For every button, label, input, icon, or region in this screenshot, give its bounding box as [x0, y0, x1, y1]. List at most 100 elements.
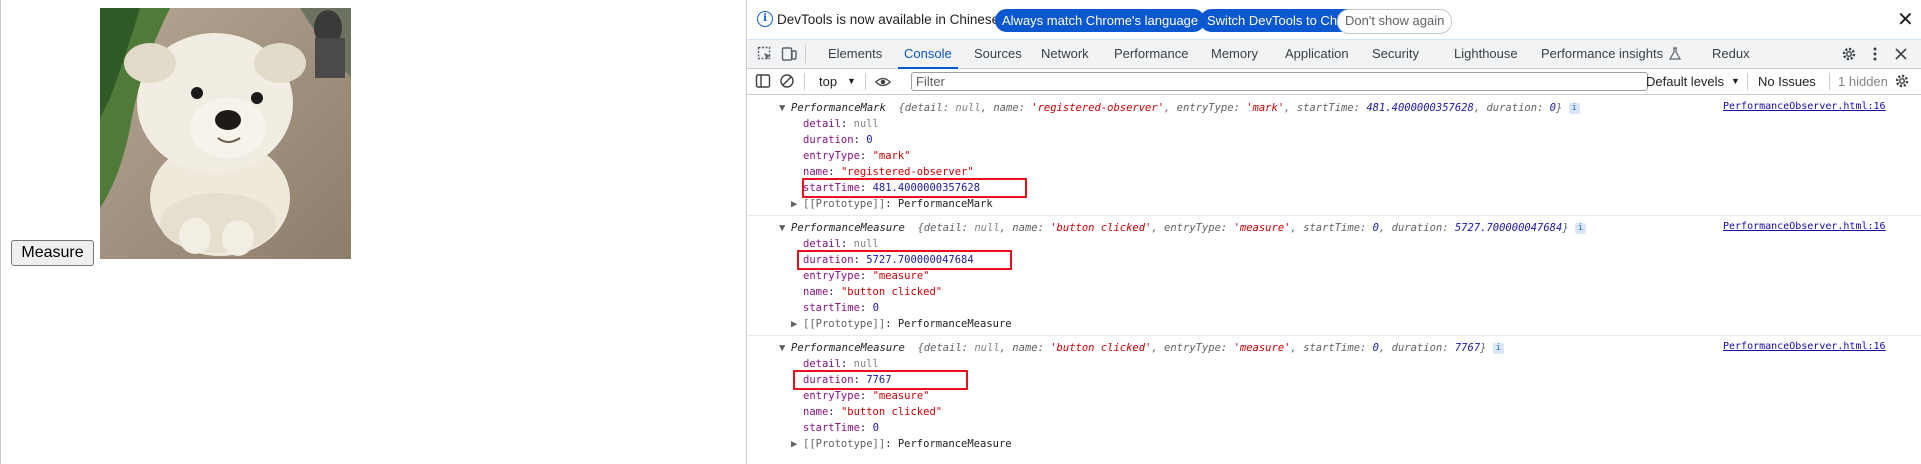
summary-start-time: 481.4000000357628	[1366, 102, 1474, 114]
console-settings-gear-icon[interactable]	[1894, 73, 1910, 89]
summary-text: {detail:	[917, 342, 975, 354]
info-badge-icon[interactable]: i	[1574, 222, 1586, 234]
summary-detail: null	[955, 102, 981, 114]
summary-text: {detail:	[898, 102, 956, 114]
summary-text: }	[1556, 102, 1563, 114]
property-key: detail	[803, 358, 841, 370]
language-infobar: i DevTools is now available in Chinese! …	[747, 0, 1921, 40]
property-key: entryType	[803, 390, 860, 402]
tab-lighthouse[interactable]: Lighthouse	[1454, 40, 1518, 68]
summary-name: 'registered-observer'	[1031, 102, 1165, 114]
source-link[interactable]: PerformanceObserver.html:16	[1723, 221, 1886, 232]
summary-text: {detail:	[917, 222, 975, 234]
gear-icon[interactable]	[1841, 46, 1857, 62]
property-row: entryType: "measure"	[803, 270, 930, 282]
toolbar-divider	[1747, 73, 1748, 90]
property-row: startTime: 0	[803, 422, 879, 434]
tab-memory[interactable]: Memory	[1211, 40, 1258, 68]
property-row: entryType: "mark"	[803, 150, 911, 162]
summary-text: }	[1480, 342, 1487, 354]
expanded-triangle-icon[interactable]: ▼	[779, 340, 791, 356]
summary-text: , name:	[999, 342, 1051, 354]
tab-network[interactable]: Network	[1041, 40, 1089, 68]
tab-performance[interactable]: Performance	[1114, 40, 1188, 68]
source-link[interactable]: PerformanceObserver.html:16	[1723, 101, 1886, 112]
eye-icon[interactable]	[875, 74, 891, 90]
prototype-row[interactable]: ▶ [[Prototype]]: PerformanceMeasure	[791, 436, 1012, 452]
prototype-row[interactable]: ▶ [[Prototype]]: PerformanceMark	[791, 196, 993, 212]
context-selector[interactable]: top	[819, 74, 837, 89]
tab-sources[interactable]: Sources	[974, 40, 1022, 68]
device-toolbar-icon[interactable]	[781, 46, 797, 62]
tab-security[interactable]: Security	[1372, 40, 1419, 68]
property-value: "mark"	[872, 150, 911, 162]
more-options-icon[interactable]	[1867, 46, 1883, 62]
summary-text: , startTime:	[1290, 342, 1373, 354]
object-summary[interactable]: ▼ PerformanceMeasure {detail: null, name:…	[779, 220, 1586, 236]
property-value: "registered-observer"	[840, 166, 974, 178]
summary-text: , entryType:	[1164, 102, 1247, 114]
property-key: [[Prototype]]	[803, 318, 886, 330]
devtools-panel: i DevTools is now available in Chinese! …	[746, 0, 1921, 464]
collapsed-triangle-icon[interactable]: ▶	[791, 436, 803, 452]
property-key: [[Prototype]]	[803, 198, 886, 210]
property-row: entryType: "measure"	[803, 390, 930, 402]
property-key: entryType	[803, 150, 860, 162]
tab-console[interactable]: Console	[898, 40, 958, 69]
summary-detail: null	[974, 342, 1000, 354]
tab-redux[interactable]: Redux	[1712, 40, 1750, 68]
info-badge-icon[interactable]: i	[1492, 342, 1504, 354]
source-link[interactable]: PerformanceObserver.html:16	[1723, 341, 1886, 352]
dont-show-again-button[interactable]: Don't show again	[1337, 9, 1453, 34]
summary-duration: 7767	[1454, 342, 1481, 354]
property-value: "button clicked"	[840, 406, 943, 418]
summary-text: , startTime:	[1290, 222, 1373, 234]
object-type: PerformanceMark	[791, 102, 886, 114]
property-key: duration	[803, 134, 854, 146]
object-type: PerformanceMeasure	[791, 342, 905, 354]
tab-application[interactable]: Application	[1285, 40, 1349, 68]
tab-divider	[805, 45, 806, 63]
property-key: detail	[803, 118, 841, 130]
property-key: detail	[803, 238, 841, 250]
tab-performance-insights[interactable]: Performance insights	[1541, 40, 1663, 68]
toolbar-divider	[1829, 73, 1830, 90]
property-value: "measure"	[872, 270, 930, 282]
summary-entry-type: 'mark'	[1246, 102, 1285, 114]
inspect-element-icon[interactable]	[757, 46, 773, 62]
property-value: "button clicked"	[840, 286, 943, 298]
sidebar-toggle-icon[interactable]	[755, 73, 771, 89]
chevron-down-icon[interactable]: ▼	[847, 76, 856, 86]
console-message: ▼ PerformanceMark {detail: null, name: 'r…	[747, 100, 1921, 216]
tab-elements[interactable]: Elements	[828, 40, 882, 68]
property-key: [[Prototype]]	[803, 438, 886, 450]
prototype-row[interactable]: ▶ [[Prototype]]: PerformanceMeasure	[791, 316, 1012, 332]
always-match-language-button[interactable]: Always match Chrome's language	[995, 9, 1206, 32]
property-value: 0	[866, 134, 873, 146]
object-summary[interactable]: ▼ PerformanceMark {detail: null, name: 'r…	[779, 100, 1580, 116]
flask-icon	[1669, 47, 1681, 60]
close-icon[interactable]: ✕	[1897, 7, 1914, 32]
collapsed-triangle-icon[interactable]: ▶	[791, 316, 803, 332]
property-value: 0	[872, 422, 879, 434]
object-summary[interactable]: ▼ PerformanceMeasure {detail: null, name:…	[779, 340, 1504, 356]
property-key: startTime	[803, 302, 860, 314]
issues-counter[interactable]: No Issues	[1758, 74, 1816, 89]
close-devtools-icon[interactable]	[1893, 46, 1909, 62]
property-row: detail: null	[803, 118, 879, 130]
expanded-triangle-icon[interactable]: ▼	[779, 220, 791, 236]
default-levels-dropdown[interactable]: Default levels	[1646, 74, 1724, 89]
toolbar-divider	[865, 73, 866, 90]
info-icon: i	[757, 11, 773, 27]
chevron-down-icon[interactable]: ▼	[1731, 76, 1740, 86]
console-message: ▼ PerformanceMeasure {detail: null, name:…	[747, 340, 1921, 460]
collapsed-triangle-icon[interactable]: ▶	[791, 196, 803, 212]
web-page: Measure	[0, 0, 746, 464]
clear-console-icon[interactable]	[779, 73, 795, 89]
expanded-triangle-icon[interactable]: ▼	[779, 100, 791, 116]
info-badge-icon[interactable]: i	[1568, 102, 1580, 114]
filter-input[interactable]	[911, 72, 1648, 91]
property-value: PerformanceMeasure	[897, 438, 1012, 450]
measure-button[interactable]: Measure	[11, 240, 94, 266]
toolbar-divider	[804, 73, 805, 90]
